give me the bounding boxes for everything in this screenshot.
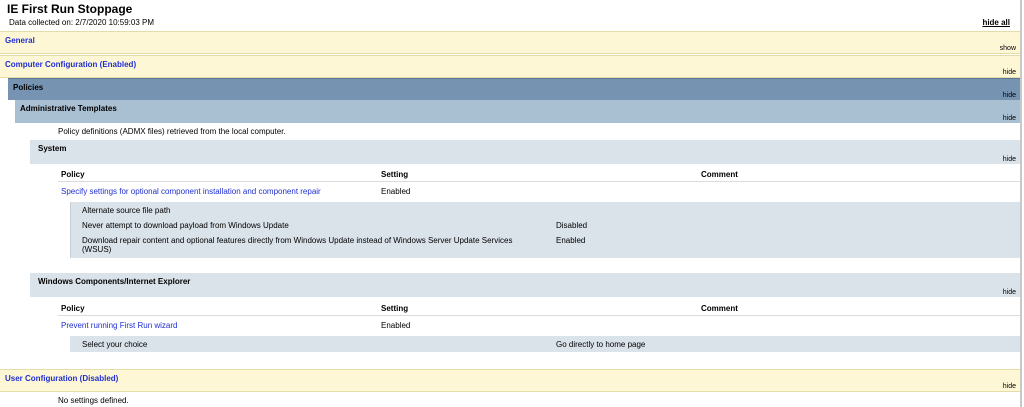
detail-label: Never attempt to download payload from W… xyxy=(82,221,289,230)
ie-policy-link[interactable]: Prevent running First Run wizard xyxy=(61,321,178,330)
section-user-configuration[interactable]: User Configuration (Disabled) hide xyxy=(0,369,1020,392)
detail-value: Go directly to home page xyxy=(556,340,646,349)
section-system[interactable]: System hide xyxy=(30,140,1020,164)
user-configuration-hide-toggle[interactable]: hide xyxy=(1003,383,1016,390)
ie-header-rule xyxy=(58,315,1020,316)
ie-col-comment: Comment xyxy=(701,304,738,313)
report-title: IE First Run Stoppage xyxy=(7,2,133,16)
detail-value: Disabled xyxy=(556,221,588,230)
system-policy-details: Alternate source file path Never attempt… xyxy=(70,202,1020,258)
section-general[interactable]: General show xyxy=(0,31,1020,54)
ie-col-setting: Setting xyxy=(381,304,409,313)
hide-all-link[interactable]: hide all xyxy=(982,18,1010,27)
general-show-toggle[interactable]: show xyxy=(1000,45,1016,52)
detail-label: Download repair content and optional fea… xyxy=(82,236,513,254)
computer-configuration-title: Computer Configuration (Enabled) xyxy=(5,60,137,69)
administrative-templates-hide-toggle[interactable]: hide xyxy=(1003,115,1016,122)
detail-label: Alternate source file path xyxy=(82,206,171,215)
detail-value: Enabled xyxy=(556,236,586,245)
details-left-border xyxy=(70,202,71,258)
ie-policy-setting: Enabled xyxy=(381,321,411,330)
system-title: System xyxy=(38,144,67,153)
internet-explorer-title: Windows Components/Internet Explorer xyxy=(38,277,191,286)
ie-col-policy: Policy xyxy=(61,304,85,313)
user-configuration-title: User Configuration (Disabled) xyxy=(5,374,119,383)
section-internet-explorer[interactable]: Windows Components/Internet Explorer hid… xyxy=(30,273,1020,297)
policies-title: Policies xyxy=(13,83,44,92)
admx-source-note: Policy definitions (ADMX files) retrieve… xyxy=(58,127,286,136)
system-header-rule xyxy=(58,181,1020,182)
no-settings-note: No settings defined. xyxy=(58,396,129,405)
system-policy-setting: Enabled xyxy=(381,187,411,196)
policies-hide-toggle[interactable]: hide xyxy=(1003,92,1016,99)
section-general-title: General xyxy=(5,36,35,45)
internet-explorer-hide-toggle[interactable]: hide xyxy=(1003,289,1016,296)
ie-policy-details: Select your choice Go directly to home p… xyxy=(70,336,1020,352)
computer-configuration-hide-toggle[interactable]: hide xyxy=(1003,69,1016,76)
detail-label: Select your choice xyxy=(82,340,148,349)
administrative-templates-title: Administrative Templates xyxy=(20,104,117,113)
system-policy-link[interactable]: Specify settings for optional component … xyxy=(61,187,321,196)
gpo-report: IE First Run Stoppage Data collected on:… xyxy=(0,0,1022,407)
system-hide-toggle[interactable]: hide xyxy=(1003,156,1016,163)
system-col-comment: Comment xyxy=(701,170,738,179)
data-collected-text: Data collected on: 2/7/2020 10:59:03 PM xyxy=(9,18,154,27)
section-policies[interactable]: Policies hide xyxy=(8,78,1020,100)
section-computer-configuration[interactable]: Computer Configuration (Enabled) hide xyxy=(0,55,1020,78)
system-col-policy: Policy xyxy=(61,170,85,179)
section-administrative-templates[interactable]: Administrative Templates hide xyxy=(15,100,1020,123)
system-col-setting: Setting xyxy=(381,170,409,179)
